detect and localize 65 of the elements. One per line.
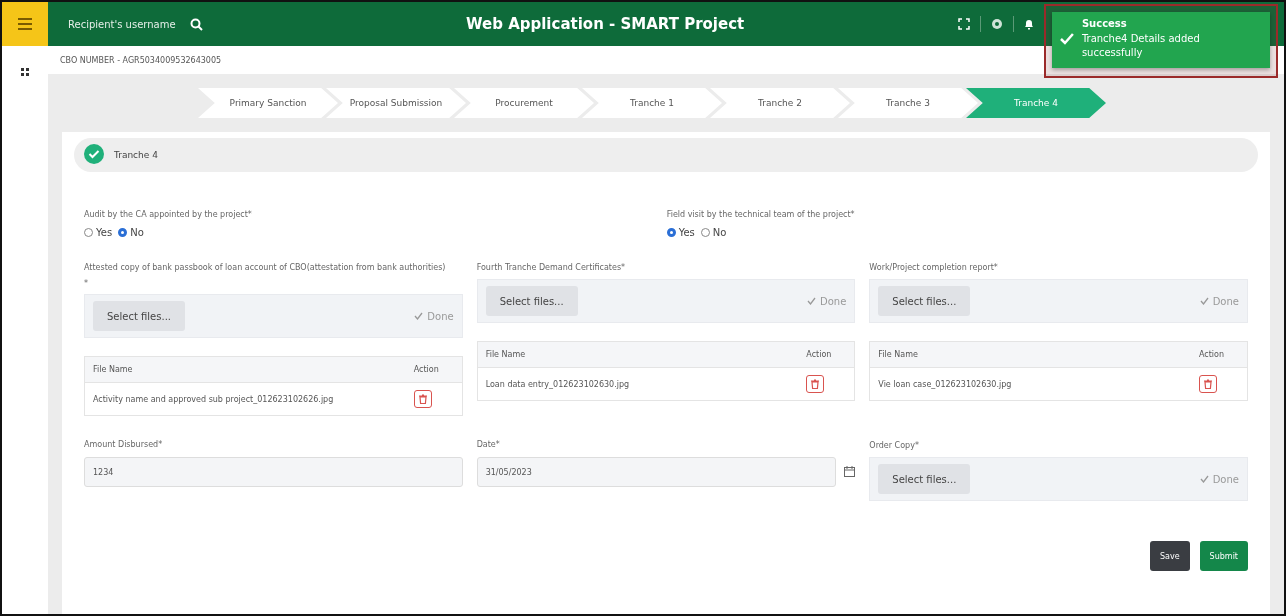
step-tab[interactable]: Procurement — [454, 88, 594, 118]
file-name: Activity name and approved sub project_012623102626.jpg — [84, 382, 406, 416]
upload-status: Done — [1212, 295, 1239, 307]
question-label: Field visit by the technical team of the project* — [666, 210, 856, 219]
required-mark: * — [84, 279, 89, 288]
field-label: Order Copy* — [869, 440, 920, 451]
grid-icon[interactable] — [21, 68, 29, 76]
field-label: Fourth Tranche Demand Certificates* — [476, 262, 627, 273]
file-name: Vie loan case_012623102630.jpg — [869, 367, 1191, 401]
radio-option[interactable]: Yes — [666, 227, 695, 238]
form-button[interactable]: Submit — [1199, 541, 1248, 571]
step-tab[interactable]: Proposal Submission — [326, 88, 466, 118]
step-tab[interactable]: Tranche 3 — [838, 88, 978, 118]
checkmark-icon — [1199, 475, 1209, 483]
delete-button[interactable] — [1199, 375, 1217, 393]
amount-field[interactable]: 1234 — [84, 457, 463, 487]
trash-icon — [811, 379, 820, 389]
column-header: File Name — [869, 341, 1191, 368]
delete-button[interactable] — [413, 390, 432, 408]
column-header: Action — [798, 341, 855, 368]
field-label: Amount Disbursed* — [84, 440, 164, 449]
column-header: Action — [405, 356, 463, 383]
search-field[interactable]: Recipient's username — [66, 17, 180, 31]
radio-option[interactable]: No — [700, 227, 727, 238]
step-tab[interactable]: Primary Sanction — [198, 88, 338, 118]
field-label: Date* — [476, 440, 501, 449]
file-name: Loan data entry_012623102630.jpg — [477, 367, 799, 401]
app-title: Web Application - SMART Project — [465, 15, 746, 33]
checkmark-icon — [1199, 297, 1209, 305]
menu-button[interactable] — [2, 2, 48, 46]
checkmark-icon — [414, 312, 424, 320]
settings-icon[interactable] — [991, 18, 1003, 30]
select-files-button[interactable]: Select files... — [878, 286, 971, 316]
section-title: Tranche 4 — [114, 150, 158, 160]
radio-option[interactable]: No — [118, 227, 144, 238]
trash-icon — [1204, 379, 1212, 389]
select-files-button[interactable]: Select files... — [878, 464, 971, 494]
form-button[interactable]: Save — [1149, 541, 1190, 571]
step-tab[interactable]: Tranche 2 — [710, 88, 850, 118]
checkmark-icon — [807, 297, 816, 305]
upload-status: Done — [1212, 473, 1239, 485]
column-header: File Name — [477, 341, 799, 368]
trash-icon — [418, 394, 427, 404]
toast-title: Success — [1081, 18, 1128, 29]
bell-icon[interactable] — [1024, 18, 1034, 30]
fullscreen-icon[interactable] — [958, 18, 970, 30]
date-field[interactable]: 31/05/2023 — [476, 457, 837, 487]
select-files-button[interactable]: Select files... — [485, 286, 578, 316]
menu-icon — [18, 18, 32, 30]
radio-icon[interactable] — [666, 228, 676, 237]
radio-option[interactable]: Yes — [84, 227, 113, 238]
radio-icon[interactable] — [118, 228, 128, 237]
step-tab[interactable]: Tranche 1 — [582, 88, 722, 118]
search-icon[interactable] — [190, 17, 203, 31]
column-header: File Name — [84, 356, 406, 383]
select-files-button[interactable]: Select files... — [93, 301, 185, 331]
calendar-icon[interactable] — [844, 465, 856, 477]
question-label: Audit by the CA appointed by the project* — [84, 210, 253, 219]
upload-status: Done — [820, 295, 847, 307]
field-label: Work/Project completion report* — [869, 262, 999, 273]
field-label: Attested copy of bank passbook of loan account of CBO(attestation from bank authorities) — [84, 262, 447, 273]
upload-status: Done — [427, 310, 454, 322]
check-icon — [1060, 33, 1074, 45]
column-header: Action — [1191, 341, 1248, 368]
delete-button[interactable] — [806, 375, 825, 393]
